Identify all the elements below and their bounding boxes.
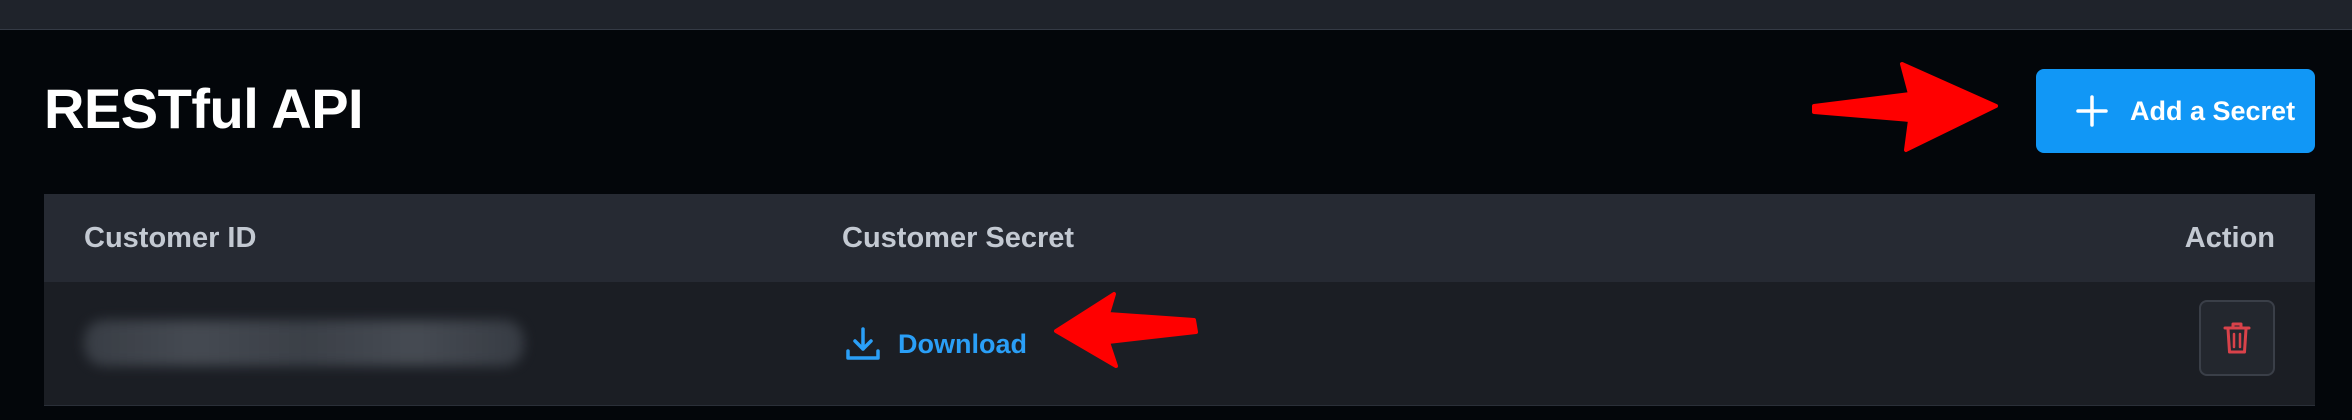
add-secret-button[interactable]: Add a Secret — [2036, 69, 2315, 153]
annotation-arrow-download — [1054, 292, 1198, 368]
page-title: RESTful API — [44, 77, 364, 140]
annotation-arrow-add-secret — [1812, 62, 1998, 152]
customer-id-value-blurred — [84, 320, 524, 366]
trash-icon — [2223, 322, 2251, 354]
column-header-customer-secret: Customer Secret — [842, 222, 1075, 254]
top-bar — [0, 0, 2352, 30]
column-header-action: Action — [2184, 222, 2275, 254]
restful-api-page: RESTful API Add a Secret Customer ID Cus… — [0, 0, 2352, 420]
download-link[interactable]: Download — [844, 314, 1027, 374]
download-label: Download — [898, 328, 1027, 359]
add-secret-label: Add a Secret — [2130, 95, 2296, 126]
download-icon — [846, 327, 880, 360]
plus-icon — [2076, 95, 2108, 127]
delete-secret-button[interactable] — [2199, 300, 2275, 376]
table-header: Customer ID Customer Secret Action — [44, 194, 2315, 282]
column-header-customer-id: Customer ID — [84, 222, 257, 254]
